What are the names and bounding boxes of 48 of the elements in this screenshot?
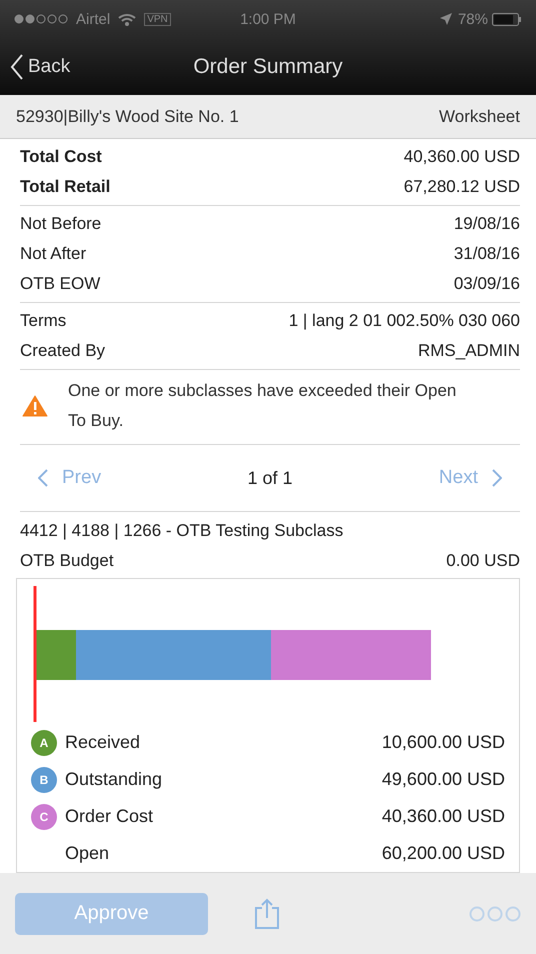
- signal-icon: [14, 14, 70, 24]
- chevron-left-icon: [38, 469, 48, 487]
- back-button[interactable]: Back: [10, 52, 70, 80]
- field-label: Total Retail: [20, 177, 110, 197]
- carrier-name: Airtel: [76, 10, 110, 28]
- location-arrow-icon: [440, 13, 452, 25]
- subclass-title: 4412 | 4188 | 1266 - OTB Testing Subclass: [20, 521, 344, 541]
- legend-dot: C: [31, 804, 57, 830]
- legend-label: Order Cost: [65, 806, 154, 827]
- field-label: OTB EOW: [20, 274, 100, 294]
- field-value: 1 | lang 2 01 002.50% 030 060: [288, 311, 520, 331]
- budget-value: 0.00 USD: [446, 551, 520, 571]
- battery-percent: 78%: [458, 10, 488, 28]
- field-label: Not Before: [20, 214, 102, 234]
- legend-value: 40,360.00 USD: [382, 806, 505, 827]
- warning-icon: [22, 395, 48, 417]
- battery-icon: [492, 12, 522, 26]
- chevron-left-icon: [10, 52, 24, 80]
- more-icon[interactable]: [469, 906, 521, 922]
- legend-label: Received: [65, 732, 140, 753]
- field-value: 40,360.00 USD: [404, 147, 520, 167]
- wifi-icon: [118, 12, 136, 26]
- legend-label: Outstanding: [65, 769, 162, 790]
- field-value: 03/09/16: [454, 274, 520, 294]
- field-label: Total Cost: [20, 147, 102, 167]
- budget-label: OTB Budget: [20, 551, 114, 571]
- field-value: 31/08/16: [454, 244, 520, 264]
- field-label: Created By: [20, 341, 106, 361]
- order-heading: 52930|Billy's Wood Site No. 1: [16, 106, 239, 126]
- field-value: 67,280.12 USD: [404, 177, 520, 197]
- legend-value: 60,200.00 USD: [382, 843, 505, 864]
- field-label: Terms: [20, 311, 66, 331]
- legend-value: 10,600.00 USD: [382, 732, 505, 753]
- share-icon[interactable]: [254, 898, 280, 930]
- order-status: Worksheet: [439, 106, 520, 126]
- screen-title: Order Summary: [193, 54, 343, 78]
- page-position: 1 of 1: [247, 468, 293, 488]
- field-value: 19/08/16: [454, 214, 520, 234]
- field-label: Not After: [20, 244, 86, 264]
- legend-label: Open: [65, 843, 110, 864]
- warning-message: One or more subclasses have exceeded their Open To Buy.: [68, 380, 458, 432]
- legend-dot: A: [31, 730, 57, 756]
- vpn-badge: VPN: [144, 12, 171, 26]
- chevron-right-icon: [492, 469, 502, 487]
- legend-value: 49,600.00 USD: [382, 769, 505, 790]
- legend-dot: B: [31, 766, 57, 792]
- status-time: 1:00 PM: [240, 10, 296, 28]
- field-value: RMS_ADMIN: [418, 341, 520, 361]
